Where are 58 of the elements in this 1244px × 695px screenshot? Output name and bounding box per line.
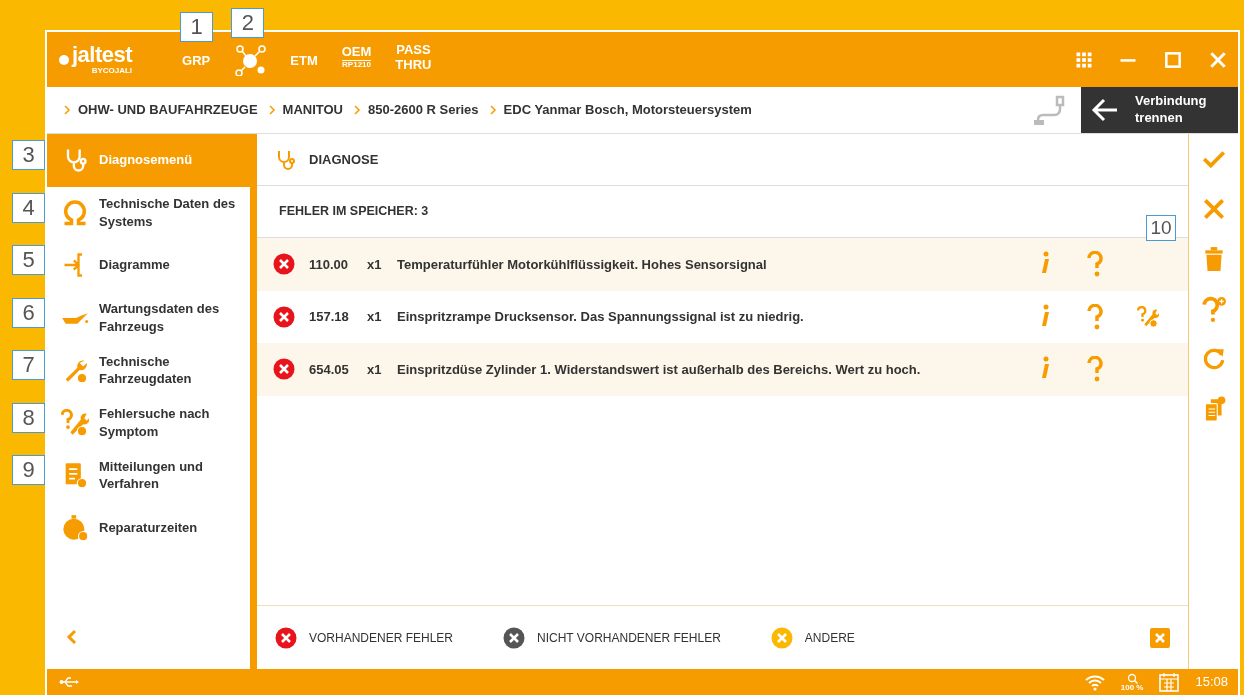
breadcrumb-item[interactable]: 850-2600 R Series (368, 100, 479, 120)
callout-number: 10 (1146, 215, 1176, 241)
close-legend-icon[interactable] (1150, 627, 1170, 648)
zoom-level: 100 % (1120, 683, 1144, 692)
close-icon[interactable] (1208, 49, 1228, 70)
callout-number: 4 (12, 192, 45, 223)
network-icon (234, 43, 267, 76)
callout-number: 2 (231, 7, 265, 38)
fault-description: Einspritzrampe Drucksensor. Das Spannungssignal ist zu niedrig. (397, 308, 805, 326)
faults-header: FEHLER IM SPEICHER: 3 (279, 203, 429, 221)
apps-grid-icon[interactable] (1075, 50, 1093, 69)
legend-label: NICHT VORHANDENER FEHLER (537, 629, 721, 647)
fault-code: 654.05 (309, 360, 350, 379)
clock-time: 15:08 (1195, 673, 1228, 692)
panel-title: DIAGNOSE (309, 150, 379, 169)
breadcrumb-item[interactable]: MANITOU (282, 100, 343, 120)
legend-label: VORHANDENER FEHLER (309, 629, 454, 647)
stopwatch-icon (61, 513, 89, 542)
help-icon[interactable] (1086, 356, 1106, 383)
omega-icon (61, 198, 89, 227)
network-button[interactable] (234, 43, 267, 76)
logo-dot-icon (59, 54, 69, 65)
wifi-icon (1084, 673, 1105, 691)
maximize-icon[interactable] (1163, 49, 1183, 70)
help-plus-icon[interactable] (1200, 296, 1227, 322)
fault-code: 110.00 (309, 255, 350, 274)
usb-icon (59, 676, 79, 688)
callout-number: 7 (12, 350, 45, 380)
zoom-icon (1126, 672, 1138, 684)
breadcrumb-item[interactable]: OHW- UND BAUFAHRZEUGE (78, 100, 258, 120)
callout-number: 6 (12, 297, 45, 328)
fault-description: Temperaturfühler Motorkühlflüssigkeit. Hohes Sensorsignal (397, 255, 768, 274)
callout-number: 5 (12, 245, 45, 275)
fault-count: x1 (367, 308, 383, 326)
callout-number: 1 (180, 11, 214, 42)
chevron-right-icon (353, 105, 361, 115)
help-icon[interactable] (1086, 303, 1106, 330)
chevron-right-icon (488, 105, 497, 115)
wrench-question-icon[interactable] (1137, 305, 1159, 328)
logo-byline: BYCOJALI (91, 67, 133, 75)
fault-count: x1 (367, 360, 383, 379)
callout-number: 8 (12, 402, 45, 433)
callout-number: 9 (12, 455, 45, 485)
logo-name: jaltest (72, 44, 133, 66)
legend-label: ANDERE (804, 629, 855, 647)
fault-description: Einspritzdüse Zylinder 1. Widerstandswert ist außerhalb des Bereichs. Wert zu hoch. (397, 360, 922, 379)
calendar-icon (1159, 672, 1180, 692)
cable-icon (1033, 93, 1065, 127)
chevron-right-icon (63, 105, 71, 115)
breadcrumb-item[interactable]: EDC Yanmar Bosch, Motorsteuersystem (503, 100, 752, 120)
help-icon[interactable] (1086, 251, 1106, 278)
wrench-question-icon (61, 408, 89, 437)
callout-number: 3 (12, 140, 45, 170)
disconnect-button[interactable]: Verbindung trennen (1081, 87, 1238, 133)
chevron-left-icon[interactable] (65, 629, 79, 645)
fault-code: 157.18 (309, 308, 350, 326)
fault-count: x1 (367, 255, 383, 274)
chevron-right-icon (267, 105, 276, 115)
